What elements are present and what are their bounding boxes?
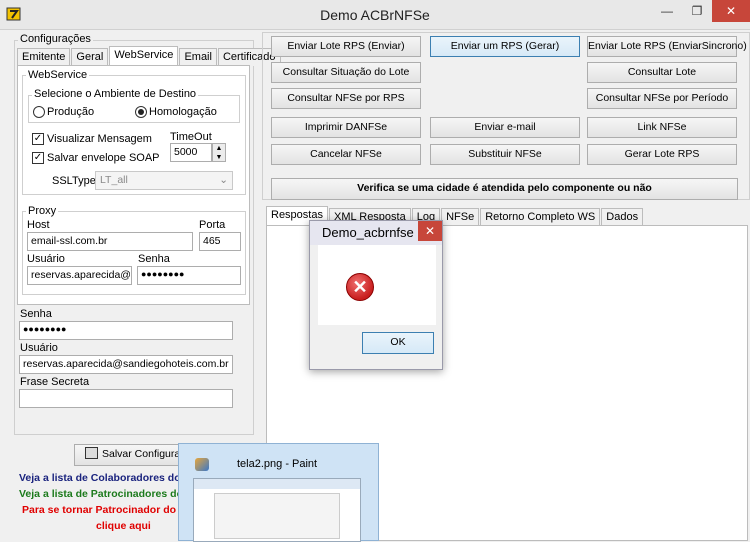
config-group-label: Configurações	[18, 33, 93, 45]
cancelar-nfse-button[interactable]: Cancelar NFSe	[271, 144, 421, 165]
proxy-senha-input[interactable]: ●●●●●●●●	[137, 266, 241, 285]
dialog-body: ✕	[318, 245, 436, 325]
tab-webservice[interactable]: WebService	[109, 46, 179, 66]
tab-dados[interactable]: Dados	[601, 208, 644, 226]
enviar-email-button[interactable]: Enviar e-mail	[430, 117, 580, 138]
tab-geral[interactable]: Geral	[71, 48, 109, 66]
paint-thumbnail-image	[193, 478, 361, 542]
title-bar: Demo ACBrNFSe — ❐ ✕	[0, 0, 750, 30]
tab-email[interactable]: Email	[179, 48, 217, 66]
ssltype-label: SSLType	[52, 175, 96, 187]
paint-window-title: tela2.png - Paint	[237, 458, 318, 470]
frase-secreta-input[interactable]	[19, 389, 233, 408]
tab-nfse[interactable]: NFSe	[441, 208, 480, 226]
timeout-stepper[interactable]: ▲ ▼	[212, 143, 226, 162]
homologacao-label: Homologação	[149, 106, 217, 118]
clique-aqui-link[interactable]: clique aqui	[96, 520, 151, 532]
consultar-nfse-rps-button[interactable]: Consultar NFSe por RPS	[271, 88, 421, 109]
paint-taskbar-preview[interactable]: tela2.png - Paint	[178, 443, 379, 542]
usuario-label: Usuário	[20, 342, 58, 354]
save-icon	[85, 447, 98, 459]
dialog-close-button[interactable]: ✕	[418, 221, 442, 241]
minimize-button[interactable]: —	[652, 0, 682, 22]
salvar-configuracoes-button[interactable]: Salvar Configuraç	[74, 444, 186, 466]
ssltype-value: LT_all	[100, 174, 128, 186]
chevron-down-icon: ⌄	[219, 174, 228, 186]
producao-label: Produção	[47, 106, 95, 118]
porta-label: Porta	[199, 219, 226, 231]
patrocinadores-link[interactable]: Veja a lista de Patrocinadores do	[19, 488, 183, 500]
imprimir-danfse-button[interactable]: Imprimir DANFSe	[271, 117, 421, 138]
colaboradores-link[interactable]: Veja a lista de Colaboradores do	[19, 472, 181, 484]
config-tabs: Emitente Geral WebService Email Certific…	[17, 46, 282, 66]
visualizar-checkbox[interactable]: ✓	[32, 133, 44, 145]
webservice-group-label: WebService	[26, 69, 90, 81]
host-label: Host	[27, 219, 50, 231]
close-button[interactable]: ✕	[712, 0, 750, 22]
gerar-lote-button[interactable]: Gerar Lote RPS	[587, 144, 737, 165]
verifica-cidade-button[interactable]: Verifica se uma cidade é atendida pelo c…	[271, 178, 738, 200]
homologacao-radio[interactable]	[135, 106, 147, 118]
salvar-soap-checkbox[interactable]: ✓	[32, 152, 44, 164]
ok-button[interactable]: OK	[362, 332, 434, 354]
enviar-lote-button[interactable]: Enviar Lote RPS (Enviar)	[271, 36, 421, 57]
ssltype-select[interactable]: LT_all ⌄	[95, 171, 233, 190]
actions-panel	[262, 32, 750, 200]
salvar-soap-label: Salvar envelope SOAP	[47, 152, 160, 164]
usuario-input[interactable]: reservas.aparecida@sandiegohoteis.com.br	[19, 355, 233, 374]
tab-emitente[interactable]: Emitente	[17, 48, 71, 66]
proxy-usuario-label: Usuário	[27, 253, 65, 265]
proxy-group-label: Proxy	[26, 205, 59, 217]
ambiente-group-label: Selecione o Ambiente de Destino	[32, 88, 199, 100]
consultar-nfse-periodo-button[interactable]: Consultar NFSe por Período	[587, 88, 737, 109]
porta-input[interactable]: 465	[199, 232, 241, 251]
frase-secreta-label: Frase Secreta	[20, 376, 90, 388]
tornar-patrocinador-link[interactable]: Para se tornar Patrocinador do	[22, 504, 176, 516]
salvar-configuracoes-label: Salvar Configuraç	[102, 448, 186, 460]
tab-retorno-completo[interactable]: Retorno Completo WS	[480, 208, 601, 226]
paint-icon	[195, 458, 209, 471]
timeout-label: TimeOut	[170, 131, 212, 143]
window-title: Demo ACBrNFSe	[320, 7, 430, 23]
timeout-input[interactable]: 5000	[170, 143, 212, 162]
error-dialog: Demo_acbrnfse ✕ ✕ OK	[309, 220, 443, 370]
consultar-lote-button[interactable]: Consultar Lote	[587, 62, 737, 83]
visualizar-label: Visualizar Mensagem	[47, 133, 152, 145]
substituir-nfse-button[interactable]: Substituir NFSe	[430, 144, 580, 165]
proxy-usuario-input[interactable]: reservas.aparecida@sar	[27, 266, 132, 285]
link-nfse-button[interactable]: Link NFSe	[587, 117, 737, 138]
senha-input[interactable]: ●●●●●●●●	[19, 321, 233, 340]
maximize-button[interactable]: ❐	[682, 0, 712, 22]
proxy-senha-label: Senha	[138, 253, 170, 265]
consultar-situacao-button[interactable]: Consultar Situação do Lote	[271, 62, 421, 83]
enviar-rps-button[interactable]: Enviar um RPS (Gerar)	[430, 36, 580, 57]
senha-label: Senha	[20, 308, 52, 320]
error-icon: ✕	[346, 273, 374, 301]
enviar-lote-sincrono-button[interactable]: Enviar Lote RPS (EnviarSincrono)	[587, 36, 747, 57]
host-input[interactable]: email-ssl.com.br	[27, 232, 193, 251]
producao-radio[interactable]	[33, 106, 45, 118]
